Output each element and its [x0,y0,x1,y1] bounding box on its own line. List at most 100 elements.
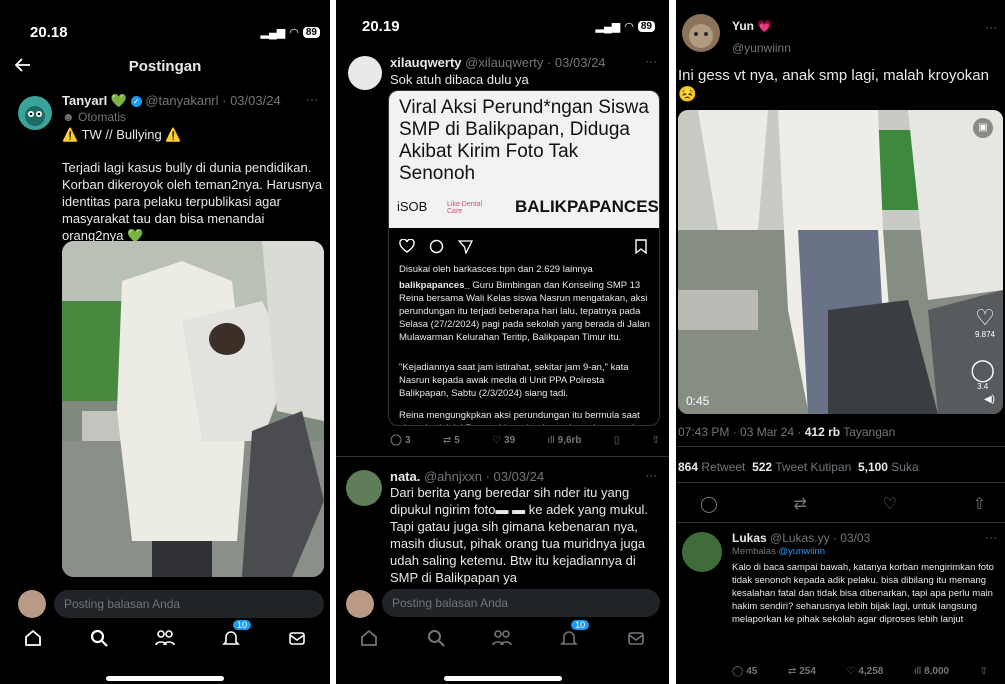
notification-count: 10 [571,620,590,630]
status-icons: ▂▄▆ ◠ 89 [261,26,320,39]
home-icon[interactable] [19,624,47,652]
tweet1-actions: 3 ⇄ 5 ♡ 39 ıll 9,6rb ▯ ⇧ [390,434,660,446]
retweet-button[interactable]: ⇄ 254 [788,666,816,677]
tweet-media-video[interactable] [62,241,324,577]
reply-count: 3 [405,434,411,446]
ig-comment-icon [429,239,444,254]
author-avatar[interactable] [18,96,52,130]
tweet2-author-name[interactable]: nata. [390,469,420,484]
author-name[interactable]: TanyarI [62,93,107,108]
instagram-screenshot-media[interactable]: Viral Aksi Perund*ngan Siswa SMP di Bali… [388,90,660,426]
main-actions: ◯ ⇄ ♡ ⇧ [700,494,986,514]
like-count: 4,258 [858,666,884,677]
quote-total[interactable]: 522 [752,460,772,474]
lukas-avatar[interactable] [682,532,722,572]
wifi-icon: ◠ [624,21,634,33]
communities-icon[interactable] [488,624,516,652]
automated-label: ☻ Otomatis [62,109,126,125]
retweet-button[interactable]: ⇄ 5 [443,435,460,446]
share-icon[interactable]: ⇧ [652,435,660,446]
retweet-count: 254 [799,666,816,677]
more-options-icon[interactable]: ··· [985,530,997,544]
battery-indicator: 89 [302,27,320,38]
retweet-icon: ⇄ [442,434,452,446]
gallery-icon[interactable]: ▣ [973,118,993,138]
reply-button[interactable]: 3 [390,434,411,446]
views-button[interactable]: ıll 8,000 [914,666,949,677]
reply-icon[interactable]: ◯ [700,494,718,514]
engagement-stats: 864 Retweet 522 Tweet Kutipan 5,100 Suka [678,459,919,475]
ig-paragraph-3: Reina mengungkpkan aksi perundungan itu … [399,410,640,425]
replying-prefix: Membalas [732,546,779,557]
views-count: 8,000 [924,666,950,677]
video-comment-button[interactable]: ◯ 3.4 [970,358,995,392]
messages-icon[interactable] [622,624,650,652]
retweet-count: 5 [454,434,460,446]
like-button[interactable]: ♡ 39 [492,435,515,446]
share-icon[interactable]: ⇧ [973,494,986,514]
retweet-total[interactable]: 864 [678,460,698,474]
video-timestamp: 0:45 [686,394,710,408]
reply-icon [390,434,402,446]
retweet-icon: ⇄ [787,666,797,677]
home-indicator [106,676,224,681]
notifications-icon[interactable]: 10 [555,620,590,652]
more-options-icon[interactable]: ··· [645,468,657,482]
search-icon[interactable] [422,624,450,652]
tweet-video[interactable]: ▣ ♡ 9.874 ◯ 3.4 0:45 ◀︎) [678,110,1003,414]
view-label: Tayangan [840,425,896,439]
author-handle-date: @tanyakanrl · 03/03/24 [145,93,281,108]
search-icon[interactable] [85,624,113,652]
share-icon[interactable]: ⇧ [980,666,988,677]
ig-paragraph-2: "Kejadiannya saat jam istirahat, sekitar… [399,362,629,399]
yun-avatar[interactable] [682,14,720,52]
reply-author-name[interactable]: Lukas [732,531,767,545]
heart-icon: ♡ [975,305,995,330]
tweet2-header: nata. @ahnjxxn · 03/03/24 [390,468,544,485]
reply-button[interactable]: ◯ 45 [732,666,757,677]
like-total[interactable]: 5,100 [858,460,888,474]
screenshot-panel-3: Yun 💗 ··· @yunwiinn Ini gess vt nya, ana… [676,0,1005,684]
ig-caption: balikpapances_ Guru Bimbingan dan Konsel… [399,279,654,344]
tweet-text: Ini gess vt nya, anak smp lagi, malah kr… [678,67,989,103]
more-options-icon[interactable]: ··· [645,54,657,68]
heart-icon: ♡ [492,434,502,446]
messages-icon[interactable] [283,624,311,652]
replying-to-handle[interactable]: @yunwiinn [778,546,825,557]
reply-count: 45 [746,666,758,677]
xilauqwerty-avatar[interactable] [348,56,382,90]
tweet1-author-name[interactable]: xilauqwerty [390,55,462,70]
video-like-button[interactable]: ♡ 9.874 [975,305,995,340]
home-indicator [444,676,562,681]
communities-icon[interactable] [151,624,179,652]
screenshot-panel-1: 20.18 ▂▄▆ ◠ 89 Postingan TanyarI 💚 ✓ @ta… [0,0,330,684]
more-options-icon[interactable]: ··· [985,20,997,34]
ig-action-row [399,239,473,254]
tweet-meta: 07:43 PM · 03 Mar 24 · 412 rb Tayangan [678,424,895,440]
ig-like-icon [399,239,415,253]
author-name[interactable]: Yun [732,19,754,33]
tweet2-text: Dari berita yang beredar sih nder itu ya… [390,485,648,585]
views-button[interactable]: ıll 9,6rb [547,435,581,446]
like-icon[interactable]: ♡ [883,494,897,514]
retweet-icon[interactable]: ⇄ [794,494,807,514]
ig-brand-balikpapances: BALIKPAPANCES [515,197,659,216]
more-options-icon[interactable]: ··· [306,92,318,106]
heart-icon: ♡ [846,666,856,677]
home-icon[interactable] [355,624,383,652]
views-count: 9,6rb [557,434,582,446]
retweet-label: Retweet [698,460,746,474]
tweet1-handle-date: @xilauqwerty · 03/03/24 [465,55,606,70]
automated-text: Otomatis [77,110,126,124]
bookmark-icon[interactable]: ▯ [614,435,620,446]
notifications-icon[interactable]: 10 [217,620,251,652]
notification-count: 10 [232,620,251,630]
battery-indicator: 89 [637,21,655,32]
bottom-tab-bar: 10 [0,612,330,664]
ig-caption-user: balikpapances_ [399,280,470,291]
volume-icon[interactable]: ◀︎) [984,394,995,405]
tweet-header: TanyarI 💚 ✓ @tanyakanrl · 03/03/24 [62,92,281,109]
like-button[interactable]: ♡ 4,258 [846,666,883,677]
nata-avatar[interactable] [346,470,382,506]
screenshot-panel-2: 20.19 ▂▄▆ ◠ 89 xilauqwerty @xilauqwerty … [336,0,669,684]
